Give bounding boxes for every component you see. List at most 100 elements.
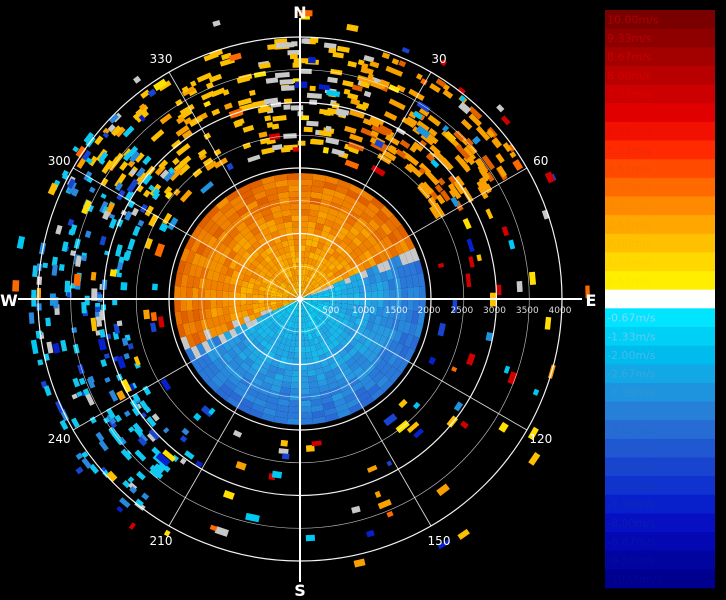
velocity-cell (216, 299, 223, 308)
echo-cell (310, 37, 319, 43)
velocity-cell (290, 209, 300, 216)
azimuth-label: 30 (431, 52, 446, 66)
velocity-cell (291, 221, 300, 228)
echo-cell (73, 273, 81, 286)
cardinal-label-west: W (0, 291, 18, 310)
cardinal-label-east: E (586, 291, 597, 310)
range-label: 2000 (418, 306, 441, 316)
velocity-cell (401, 287, 408, 299)
echo-cell (42, 262, 48, 269)
legend-label: -4.00m/s (607, 405, 656, 418)
velocity-cell (291, 215, 300, 222)
velocity-cell (419, 285, 426, 299)
range-label: 1000 (352, 306, 375, 316)
echo-cell (116, 320, 123, 327)
echo-cell (264, 115, 272, 122)
velocity-cell (285, 227, 294, 235)
echo-cell (143, 309, 151, 320)
velocity-cell (300, 197, 311, 204)
azimuth-label: 60 (533, 154, 548, 168)
range-label: 500 (322, 306, 339, 316)
legend-label: -1.33m/s (607, 330, 656, 343)
echo-cell (81, 255, 88, 262)
legend-label: 1.33m/s (607, 256, 652, 269)
velocity-cell (286, 173, 300, 180)
echo-cell (528, 271, 537, 286)
echo-cell (151, 283, 158, 291)
velocity-cell (306, 363, 315, 371)
echo-cell (289, 53, 298, 60)
velocity-cell (292, 227, 300, 234)
echo-cell (323, 110, 331, 116)
velocity-cell (364, 284, 372, 293)
velocity-cell (228, 299, 235, 307)
velocity-cell (290, 382, 300, 389)
velocity-cell (204, 289, 211, 299)
velocity-cell (287, 412, 300, 419)
legend-label: -3.33m/s (607, 386, 656, 399)
legend-label: 0.67m/s (607, 275, 652, 288)
echo-cell (279, 78, 294, 85)
velocity-cell (413, 286, 420, 299)
echo-cell (309, 85, 316, 92)
velocity-cell (186, 287, 193, 299)
range-label: 2500 (450, 306, 473, 316)
echo-cell (81, 301, 87, 314)
echo-cell (303, 126, 313, 133)
echo-cell (278, 448, 289, 455)
velocity-cell (300, 382, 310, 389)
velocity-cell (291, 370, 300, 377)
echo-cell (281, 453, 290, 460)
legend-label: -7.33m/s (607, 498, 656, 511)
echo-cell (280, 439, 289, 447)
echo-cell (325, 125, 332, 132)
velocity-cell (289, 394, 300, 401)
legend-label: -2.00m/s (607, 349, 656, 362)
legend-label: -10.00m/s (607, 573, 663, 586)
echo-cell (36, 288, 42, 299)
legend-label: -9.33m/s (607, 554, 656, 567)
velocity-cell (300, 221, 309, 228)
velocity-cell (228, 305, 236, 314)
legend-label: 7.33m/s (607, 88, 652, 101)
legend-label: 5.33m/s (607, 144, 652, 157)
velocity-cell (288, 185, 300, 192)
echo-cell (283, 104, 291, 110)
velocity-cell (300, 191, 312, 198)
legend-label: -5.33m/s (607, 442, 656, 455)
velocity-cell (290, 388, 300, 395)
velocity-cell (198, 288, 205, 299)
velocity-cell (300, 173, 314, 180)
echo-cell (90, 271, 97, 281)
velocity-cell (377, 299, 384, 308)
velocity-cell (228, 284, 236, 293)
echo-cell (301, 115, 310, 121)
velocity-cell (306, 227, 315, 235)
echo-cell (45, 317, 51, 327)
legend-label: 0.00m/s (607, 293, 652, 306)
velocity-cell (292, 364, 300, 371)
echo-cell (150, 312, 158, 322)
velocity-cell (288, 191, 300, 198)
echo-cell (294, 81, 308, 88)
cardinal-label-south: S (294, 581, 306, 600)
echo-cell (290, 105, 304, 111)
echo-cell (36, 303, 42, 311)
velocity-cell (290, 203, 300, 210)
velocity-cell (285, 363, 294, 371)
legend-label: -6.00m/s (607, 461, 656, 474)
velocity-cell (186, 299, 193, 311)
echo-cell (306, 92, 322, 99)
velocity-cell (377, 290, 384, 299)
echo-cell (516, 281, 523, 293)
velocity-cell (300, 215, 309, 222)
velocity-cell (198, 299, 205, 310)
velocity-cell (300, 400, 312, 407)
legend-label: 10.00m/s (607, 13, 659, 26)
range-label: 4000 (549, 306, 572, 316)
velocity-cell (365, 291, 372, 299)
radar-ppi-plot: N E S W 30 60 120 150 210 240 300 330 500 1000 1500 200… (0, 0, 600, 600)
velocity-cell (216, 290, 223, 299)
range-label: 3500 (516, 306, 539, 316)
echo-cell (28, 312, 35, 324)
